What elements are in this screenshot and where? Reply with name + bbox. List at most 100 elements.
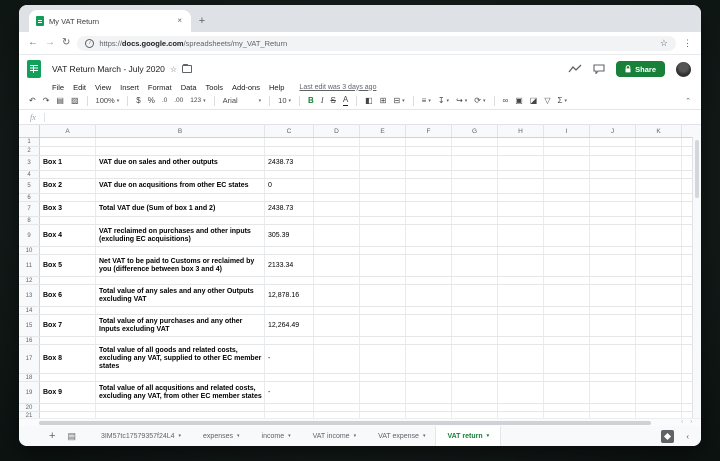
forward-button[interactable]: → (45, 38, 55, 48)
cell-E16[interactable] (360, 337, 406, 344)
text-rotate-button[interactable]: ⟳▾ (474, 97, 485, 105)
cell-I18[interactable] (544, 374, 590, 381)
comment-button[interactable]: ▣ (515, 97, 523, 105)
cell-K2[interactable] (636, 147, 682, 155)
cell-E11[interactable] (360, 255, 406, 276)
cell-A6[interactable] (40, 194, 96, 201)
cell-H14[interactable] (498, 307, 544, 314)
row-header-19[interactable]: 19 (19, 382, 40, 403)
cell-C10[interactable] (265, 247, 314, 254)
cell-D18[interactable] (314, 374, 360, 381)
cell-J4[interactable] (590, 171, 636, 178)
horizontal-scrollbar[interactable]: ‹ › (19, 418, 701, 426)
cell-J14[interactable] (590, 307, 636, 314)
column-header-E[interactable]: E (360, 125, 406, 137)
cell-G8[interactable] (452, 217, 498, 224)
cell-A19[interactable]: Box 9 (40, 382, 96, 403)
sheet-tab-vat-income[interactable]: VAT income▾ (302, 426, 367, 446)
sheetbar-collapse-icon[interactable]: ‹ (686, 432, 689, 441)
cell-I3[interactable] (544, 156, 590, 170)
row-header-7[interactable]: 7 (19, 202, 40, 216)
dollar-button[interactable]: $ (136, 97, 140, 105)
cell-I8[interactable] (544, 217, 590, 224)
column-header-B[interactable]: B (96, 125, 265, 137)
cell-C18[interactable] (265, 374, 314, 381)
cell-D11[interactable] (314, 255, 360, 276)
cell-G17[interactable] (452, 345, 498, 373)
cell-H8[interactable] (498, 217, 544, 224)
cell-J7[interactable] (590, 202, 636, 216)
cell-C3[interactable]: 2438.73 (265, 156, 314, 170)
cell-K7[interactable] (636, 202, 682, 216)
row-header-8[interactable]: 8 (19, 217, 40, 224)
comment-history-icon[interactable] (593, 64, 605, 74)
cell-H11[interactable] (498, 255, 544, 276)
cell-I14[interactable] (544, 307, 590, 314)
cell-A1[interactable] (40, 138, 96, 146)
decimal-increase-button[interactable]: .00 (174, 98, 183, 105)
cell-K11[interactable] (636, 255, 682, 276)
menu-format[interactable]: Format (148, 83, 172, 92)
cell-E6[interactable] (360, 194, 406, 201)
share-button[interactable]: Share (616, 61, 665, 77)
cell-K15[interactable] (636, 315, 682, 336)
cell-F2[interactable] (406, 147, 452, 155)
row-header-16[interactable]: 16 (19, 337, 40, 344)
column-header-A[interactable]: A (40, 125, 96, 137)
menu-tools[interactable]: Tools (206, 83, 224, 92)
cell-F16[interactable] (406, 337, 452, 344)
menu-view[interactable]: View (95, 83, 111, 92)
cell-K17[interactable] (636, 345, 682, 373)
menu-insert[interactable]: Insert (120, 83, 139, 92)
cell-A9[interactable]: Box 4 (40, 225, 96, 246)
cell-J17[interactable] (590, 345, 636, 373)
cell-B6[interactable] (96, 194, 265, 201)
cell-F3[interactable] (406, 156, 452, 170)
cell-G14[interactable] (452, 307, 498, 314)
cell-I5[interactable] (544, 179, 590, 193)
row-header-17[interactable]: 17 (19, 345, 40, 373)
number-format-button[interactable]: 123▾ (190, 98, 205, 105)
cell-J13[interactable] (590, 285, 636, 306)
row-header-9[interactable]: 9 (19, 225, 40, 246)
cell-K14[interactable] (636, 307, 682, 314)
cell-B11[interactable]: Net VAT to be paid to Customs or reclaim… (96, 255, 265, 276)
cell-H10[interactable] (498, 247, 544, 254)
borders-button[interactable]: ⊞ (380, 97, 387, 105)
cell-H16[interactable] (498, 337, 544, 344)
cell-E9[interactable] (360, 225, 406, 246)
italic-button[interactable]: I (321, 97, 324, 105)
cell-K9[interactable] (636, 225, 682, 246)
cell-D12[interactable] (314, 277, 360, 284)
menu-file[interactable]: File (52, 83, 64, 92)
cell-G12[interactable] (452, 277, 498, 284)
sheet-tab-3im57tc17579357f24l4[interactable]: 3IM57tc17579357f24L4▾ (90, 426, 192, 446)
cell-G16[interactable] (452, 337, 498, 344)
cell-B5[interactable]: VAT due on acqusitions from other EC sta… (96, 179, 265, 193)
vertical-scroll-thumb[interactable] (695, 140, 699, 198)
cell-J15[interactable] (590, 315, 636, 336)
browser-tab[interactable]: My VAT Return × (29, 10, 191, 32)
cell-E1[interactable] (360, 138, 406, 146)
cell-F12[interactable] (406, 277, 452, 284)
cell-J1[interactable] (590, 138, 636, 146)
cell-H9[interactable] (498, 225, 544, 246)
cell-B13[interactable]: Total value of any sales and any other O… (96, 285, 265, 306)
cell-A13[interactable]: Box 6 (40, 285, 96, 306)
cell-B17[interactable]: Total value of all goods and related cos… (96, 345, 265, 373)
cell-A20[interactable] (40, 404, 96, 411)
sheet-tab-vat-expense[interactable]: VAT expense▾ (367, 426, 436, 446)
cell-H4[interactable] (498, 171, 544, 178)
cell-A14[interactable] (40, 307, 96, 314)
cell-A7[interactable]: Box 3 (40, 202, 96, 216)
cell-H6[interactable] (498, 194, 544, 201)
cell-E10[interactable] (360, 247, 406, 254)
sigma-button[interactable]: Σ▾ (557, 97, 566, 105)
cell-J3[interactable] (590, 156, 636, 170)
cell-D16[interactable] (314, 337, 360, 344)
cell-I16[interactable] (544, 337, 590, 344)
cell-H20[interactable] (498, 404, 544, 411)
row-header-18[interactable]: 18 (19, 374, 40, 381)
cell-D3[interactable] (314, 156, 360, 170)
cell-G15[interactable] (452, 315, 498, 336)
